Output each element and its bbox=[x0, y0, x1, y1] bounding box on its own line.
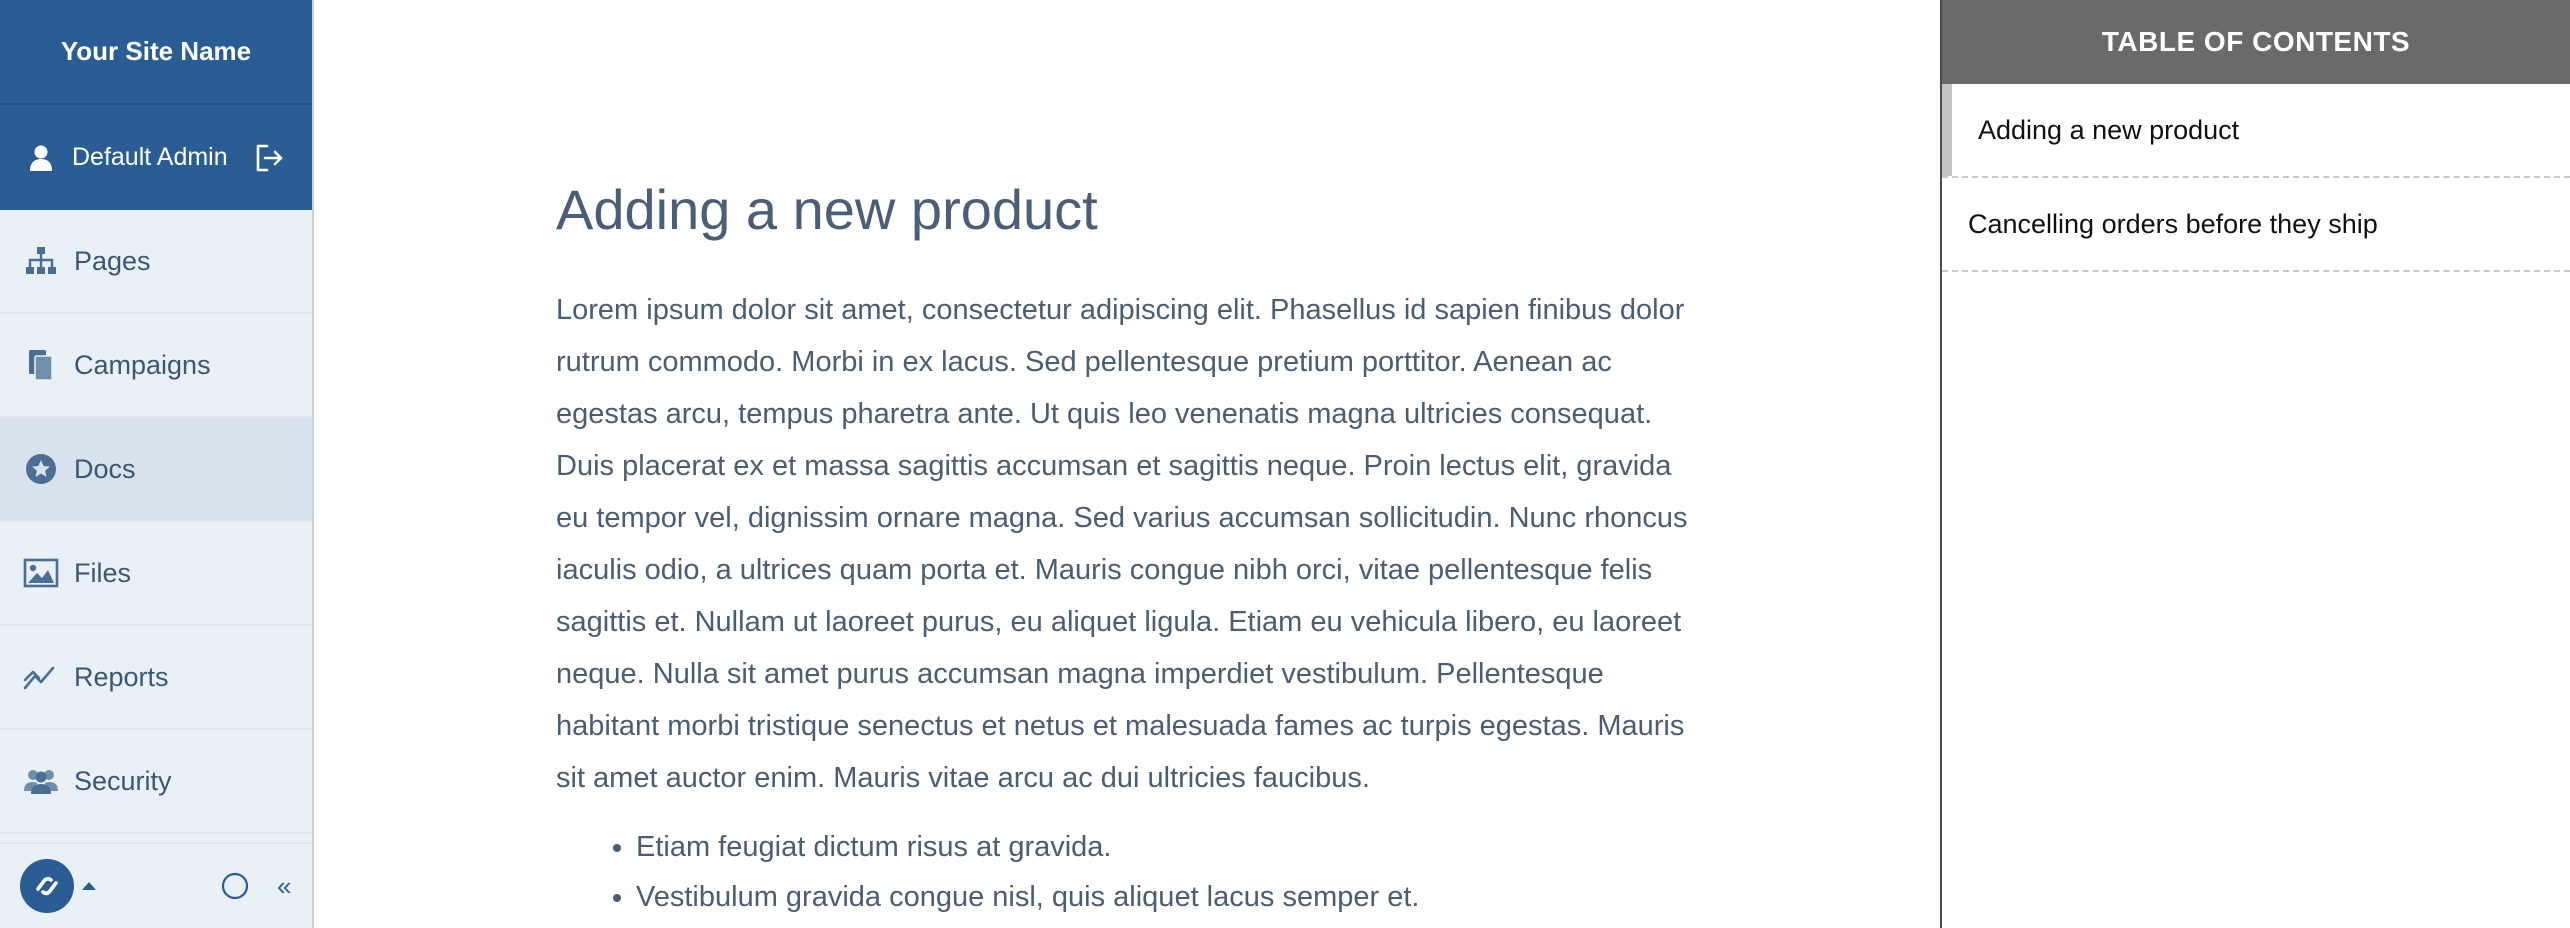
body-paragraph: Lorem ipsum dolor sit amet, consectetur … bbox=[556, 294, 1688, 794]
site-header: Your Site Name bbox=[0, 0, 312, 103]
list-item: Vestibulum gravida congue nisl, quis ali… bbox=[636, 872, 1696, 922]
sidebar-item-campaigns[interactable]: Campaigns bbox=[0, 314, 312, 418]
user-bar: Default Admin bbox=[0, 103, 312, 210]
toc-item-cancelling-orders[interactable]: Cancelling orders before they ship bbox=[1942, 178, 2570, 272]
sidebar-nav: Pages Campaigns Docs Files Reports Secur… bbox=[0, 210, 312, 834]
user-icon bbox=[26, 143, 56, 173]
sidebar-item-label: Campaigns bbox=[74, 349, 211, 380]
image-icon bbox=[22, 554, 60, 592]
user-name[interactable]: Default Admin bbox=[72, 143, 252, 172]
sidebar-item-label: Reports bbox=[74, 661, 169, 692]
toc-item-adding-a-new-product[interactable]: Adding a new product bbox=[1942, 84, 2570, 178]
sidebar-item-security[interactable]: Security bbox=[0, 730, 312, 834]
app-root: Your Site Name Default Admin Pages Campa… bbox=[0, 0, 2570, 928]
sidebar-item-label: Security bbox=[74, 765, 172, 796]
double-chevron-left-icon[interactable]: « bbox=[277, 873, 291, 899]
caret-up-icon[interactable] bbox=[80, 877, 98, 895]
sidebar-item-label: Docs bbox=[74, 453, 136, 484]
page-title: Adding a new product bbox=[556, 178, 1098, 241]
sidebar-footer: « bbox=[0, 842, 312, 928]
brand-logo[interactable] bbox=[20, 859, 74, 913]
sidebar-item-files[interactable]: Files bbox=[0, 522, 312, 626]
sidebar-item-pages[interactable]: Pages bbox=[0, 210, 312, 314]
copy-icon bbox=[22, 346, 60, 384]
toc-header: TABLE OF CONTENTS bbox=[1942, 0, 2570, 84]
star-circle-icon bbox=[22, 450, 60, 488]
sitemap-icon bbox=[22, 242, 60, 280]
sidebar-item-docs[interactable]: Docs bbox=[0, 418, 312, 522]
bullet-list: Etiam feugiat dictum risus at gravida. V… bbox=[556, 822, 1696, 922]
main-content: Adding a new product Lorem ipsum dolor s… bbox=[316, 0, 1940, 928]
list-item: Etiam feugiat dictum risus at gravida. bbox=[636, 822, 1696, 872]
sidebar-item-label: Files bbox=[74, 557, 132, 588]
circle-icon[interactable] bbox=[220, 871, 250, 901]
sidebar-item-label: Pages bbox=[74, 245, 151, 276]
table-of-contents: TABLE OF CONTENTS Adding a new product C… bbox=[1940, 0, 2570, 928]
site-name[interactable]: Your Site Name bbox=[61, 36, 251, 67]
line-chart-icon bbox=[22, 658, 60, 696]
toc-title: TABLE OF CONTENTS bbox=[2101, 26, 2411, 57]
sidebar-item-reports[interactable]: Reports bbox=[0, 626, 312, 730]
sidebar: Your Site Name Default Admin Pages Campa… bbox=[0, 0, 314, 928]
users-icon bbox=[22, 762, 60, 800]
doc-article: Adding a new product Lorem ipsum dolor s… bbox=[556, 178, 1696, 922]
logout-icon[interactable] bbox=[252, 141, 286, 175]
